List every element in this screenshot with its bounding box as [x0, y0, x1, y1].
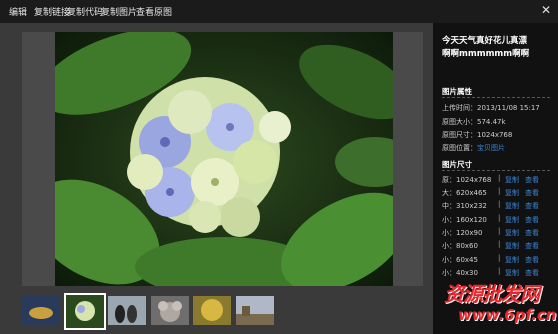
copy-link[interactable]: 复制 [505, 215, 519, 225]
separator: | [498, 240, 501, 248]
sizes-heading: 图片尺寸 [442, 160, 472, 169]
thumbnail-strip [22, 293, 282, 330]
close-icon[interactable]: ✕ [540, 4, 552, 16]
watermark-line-1: 资源批发网 [444, 282, 540, 306]
view-link[interactable]: 查看 [525, 201, 539, 211]
dimensions-label: 原图尺寸： [442, 131, 477, 139]
copy-link-button[interactable]: 复制链接 [34, 5, 70, 18]
thumbnail-1[interactable] [22, 296, 60, 325]
size-label: 中：310x232 [442, 202, 487, 210]
separator: | [498, 187, 501, 195]
file-size: 原图大小：574.47k [442, 117, 506, 127]
thumbnail-5[interactable] [193, 296, 231, 325]
thumbnail-6[interactable] [236, 296, 274, 325]
size-label: 大：620x465 [442, 189, 487, 197]
dimensions-value: 1024x768 [477, 131, 513, 139]
view-original-button[interactable]: 查看原图 [136, 5, 172, 18]
image-location: 原图位置：宝贝图片 [442, 143, 505, 153]
copy-link[interactable]: 复制 [505, 201, 519, 211]
separator: | [498, 227, 501, 235]
file-size-label: 原图大小： [442, 118, 477, 126]
divider [442, 170, 550, 171]
view-link[interactable]: 查看 [525, 215, 539, 225]
watermark-line-2: www.6pf.cn [458, 306, 557, 324]
size-row: 小：80x60 | 复制 查看 [442, 240, 554, 251]
view-link[interactable]: 查看 [525, 255, 539, 265]
size-label: 小：60x45 [442, 256, 478, 264]
copy-link[interactable]: 复制 [505, 241, 519, 251]
divider [442, 97, 550, 98]
hydrangea-image [55, 32, 393, 286]
size-label: 小：160x120 [442, 216, 487, 224]
separator: | [498, 267, 501, 275]
view-link[interactable]: 查看 [525, 241, 539, 251]
copy-link[interactable]: 复制 [505, 188, 519, 198]
main-photo-hydrangea[interactable] [55, 32, 393, 286]
edit-button[interactable]: 编辑 [9, 5, 27, 18]
upload-time: 上传时间：2013/11/08 15:17 [442, 103, 540, 113]
location-label: 原图位置： [442, 144, 477, 152]
copy-link[interactable]: 复制 [505, 175, 519, 185]
size-label: 小：40x30 [442, 269, 478, 277]
size-label: 原：1024x768 [442, 176, 492, 184]
watermark: 资源批发网 www.6pf.cn [440, 278, 558, 334]
separator: | [498, 174, 501, 182]
separator: | [498, 254, 501, 262]
size-row: 小：160x120 | 复制 查看 [442, 214, 554, 225]
view-link[interactable]: 查看 [525, 175, 539, 185]
title-line-1: 今天天气真好花儿真漂 [442, 36, 528, 46]
view-link[interactable]: 查看 [525, 268, 539, 278]
size-row: 小：60x45 | 复制 查看 [442, 254, 554, 265]
thumbnail-2-selected[interactable] [64, 293, 106, 330]
size-row: 原：1024x768 | 复制 查看 [442, 174, 554, 185]
image-dimensions: 原图尺寸：1024x768 [442, 130, 512, 140]
size-label: 小：120x90 [442, 229, 483, 237]
toolbar: 编辑 复制链接 复制代码 复制图片 查看原图 ✕ [0, 0, 558, 23]
size-row: 大：620x465 | 复制 查看 [442, 187, 554, 198]
copy-link[interactable]: 复制 [505, 228, 519, 238]
thumbnail-3[interactable] [108, 296, 146, 325]
props-heading: 图片属性 [442, 87, 472, 96]
separator: | [498, 200, 501, 208]
size-row: 小：40x30 | 复制 查看 [442, 267, 554, 278]
size-row: 小：120x90 | 复制 查看 [442, 227, 554, 238]
copy-image-button[interactable]: 复制图片 [101, 5, 137, 18]
copy-code-button[interactable]: 复制代码 [67, 5, 103, 18]
view-link[interactable]: 查看 [525, 188, 539, 198]
thumbnail-4[interactable] [151, 296, 189, 325]
size-row: 中：310x232 | 复制 查看 [442, 200, 554, 211]
location-link[interactable]: 宝贝图片 [477, 144, 505, 152]
upload-label: 上传时间： [442, 104, 477, 112]
image-viewer-window: 编辑 复制链接 复制代码 复制图片 查看原图 ✕ 今天天气真好花儿真漂 啊啊mm… [0, 0, 558, 334]
size-label: 小：80x60 [442, 242, 478, 250]
title-line-2: 啊啊mmmmmm啊啊 [442, 49, 530, 59]
upload-value: 2013/11/08 15:17 [477, 104, 540, 112]
file-size-value: 574.47k [477, 118, 506, 126]
view-link[interactable]: 查看 [525, 228, 539, 238]
copy-link[interactable]: 复制 [505, 255, 519, 265]
copy-link[interactable]: 复制 [505, 268, 519, 278]
image-title: 今天天气真好花儿真漂 啊啊mmmmmm啊啊 [442, 35, 554, 61]
separator: | [498, 214, 501, 222]
